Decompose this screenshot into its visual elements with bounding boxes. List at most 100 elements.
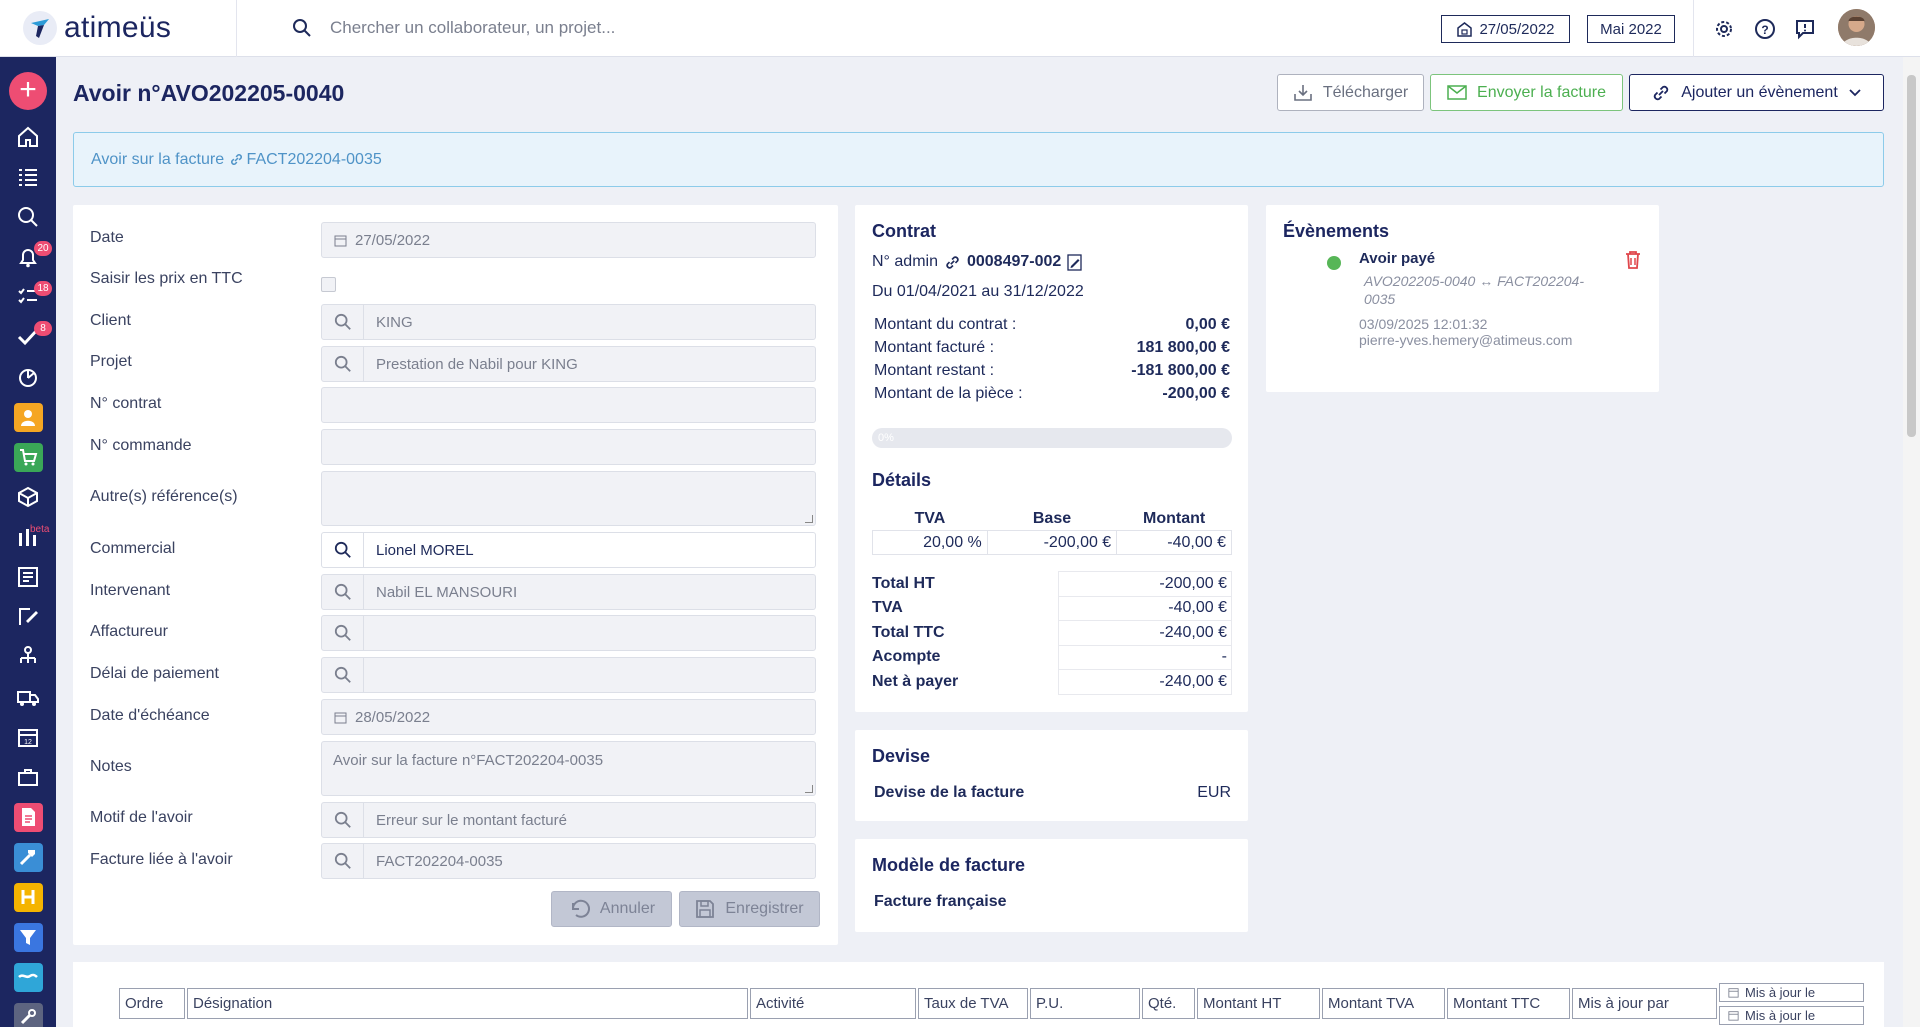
updated-on-filter[interactable]: Mis à jour le (1719, 983, 1864, 1002)
payment-terms-label: Délai de paiement (90, 665, 219, 682)
sidebar-item-documents[interactable] (0, 557, 56, 597)
payment-terms-field[interactable] (321, 657, 816, 693)
box-icon (18, 486, 38, 508)
invoice-lines-table: Ordre Désignation Activité Taux de TVA P… (73, 962, 1884, 1027)
feedback-icon[interactable] (1794, 18, 1816, 40)
search-icon (334, 624, 351, 641)
notes-label: Notes (90, 758, 132, 775)
add-button[interactable]: + (9, 72, 47, 110)
scrollbar[interactable] (1903, 57, 1920, 1027)
due-date-value: 28/05/2022 (355, 708, 431, 726)
sidebar-item-filter[interactable] (0, 917, 56, 957)
add-event-button[interactable]: Ajouter un évènement (1629, 74, 1884, 111)
trash-icon[interactable] (1624, 250, 1642, 270)
date-field[interactable]: 27/05/2022 (321, 222, 816, 258)
logo-icon (23, 11, 57, 45)
cancel-button[interactable]: Annuler (551, 891, 672, 927)
column-activity[interactable]: Activité (750, 988, 916, 1019)
table-row: TVA -40,00 € (872, 595, 1232, 621)
link-icon[interactable] (944, 254, 961, 271)
column-order[interactable]: Ordre (119, 988, 185, 1019)
column-vat-rate[interactable]: Taux de TVA (918, 988, 1028, 1019)
sidebar-item-people[interactable] (0, 397, 56, 437)
avatar[interactable] (1838, 9, 1875, 46)
sidebar-item-products[interactable] (0, 477, 56, 517)
sidebar-item-home[interactable] (0, 117, 56, 157)
factor-field[interactable] (321, 615, 816, 651)
user-photo-icon (1838, 9, 1875, 46)
column-designation[interactable]: Désignation (187, 988, 748, 1019)
sidebar-item-reports[interactable] (0, 357, 56, 397)
credit-reason-field[interactable]: Erreur sur le montant facturé (321, 802, 816, 838)
save-button[interactable]: Enregistrer (679, 891, 820, 927)
sidebar-item-planning[interactable] (0, 517, 56, 557)
contract-number-field[interactable] (321, 387, 816, 423)
sidebar-item-edit[interactable] (0, 597, 56, 637)
consultant-field[interactable]: Nabil EL MANSOURI (321, 574, 816, 610)
cart-icon (20, 449, 38, 466)
sidebar-item-organization[interactable] (0, 637, 56, 677)
notes-field[interactable]: Avoir sur la facture n°FACT202204-0035 (321, 741, 816, 796)
gear-icon[interactable] (1713, 18, 1735, 40)
scroll-thumb[interactable] (1907, 75, 1916, 437)
invoice-template-card: Modèle de facture Facture française (855, 839, 1248, 932)
calendar-icon (1728, 988, 1739, 998)
column-amount-vat[interactable]: Montant TVA (1322, 988, 1445, 1019)
contract-title: Contrat (872, 221, 936, 241)
sidebar-item-sales[interactable] (0, 437, 56, 477)
current-date-button[interactable]: 27/05/2022 (1441, 15, 1570, 43)
edit-icon[interactable] (1067, 253, 1083, 271)
client-label: Client (90, 312, 131, 329)
resize-handle[interactable] (805, 785, 813, 793)
sidebar-item-settings[interactable] (0, 997, 56, 1027)
calendar-home-icon (1457, 22, 1473, 37)
document-amount-label: Montant de la pièce : (874, 385, 1023, 402)
ttc-checkbox[interactable] (321, 277, 336, 292)
sidebar-item-search[interactable] (0, 197, 56, 237)
updated-on-filter[interactable]: Mis à jour le (1719, 1006, 1864, 1025)
invoice-template-value: Facture française (874, 893, 1007, 910)
search-icon (334, 852, 351, 869)
credit-note-alert: Avoir sur la facture FACT202204-0035 (73, 132, 1884, 187)
due-date-field[interactable]: 28/05/2022 (321, 699, 816, 735)
handshake-icon (18, 973, 38, 979)
project-field[interactable]: Prestation de Nabil pour KING (321, 346, 816, 382)
other-references-field[interactable] (321, 471, 816, 526)
total-ttc-label: Total TTC (872, 623, 945, 641)
help-icon[interactable]: ? (1754, 18, 1776, 40)
column-amount-ht[interactable]: Montant HT (1197, 988, 1320, 1019)
column-unit-price[interactable]: P.U. (1030, 988, 1140, 1019)
sidebar-item-hotel[interactable] (0, 877, 56, 917)
column-updated-by[interactable]: Mis à jour par (1572, 988, 1717, 1019)
add-event-label: Ajouter un évènement (1681, 83, 1838, 101)
sidebar-item-fleet[interactable] (0, 677, 56, 717)
sidebar-item-calendar[interactable]: 12 (0, 717, 56, 757)
sidebar-item-handshake[interactable] (0, 957, 56, 997)
svg-text:?: ? (1761, 23, 1768, 37)
global-search-input[interactable] (330, 14, 930, 42)
send-invoice-button[interactable]: Envoyer la facture (1430, 74, 1623, 111)
order-number-field[interactable] (321, 429, 816, 465)
truck-icon (17, 691, 39, 706)
document-amount-row: Montant de la pièce : -200,00 € (874, 385, 1230, 403)
linked-invoice-field[interactable]: FACT202204-0035 (321, 843, 816, 879)
column-amount-ttc[interactable]: Montant TTC (1447, 988, 1570, 1019)
sidebar-item-tools[interactable] (0, 837, 56, 877)
updated-on-label: Mis à jour le (1745, 985, 1816, 1000)
sidebar-item-invoices[interactable] (0, 797, 56, 837)
search-icon (334, 583, 351, 600)
column-quantity[interactable]: Qté. (1142, 988, 1195, 1019)
client-field[interactable]: KING (321, 304, 816, 340)
app-logo[interactable]: atimeüs (22, 10, 171, 46)
linked-invoice-link[interactable]: FACT202204-0035 (229, 151, 382, 169)
invoiced-amount-row: Montant facturé : 181 800,00 € (874, 339, 1230, 357)
current-month-button[interactable]: Mai 2022 (1587, 15, 1675, 43)
resize-handle[interactable] (805, 515, 813, 523)
sidebar-item-list[interactable] (0, 157, 56, 197)
sales-rep-field[interactable]: Lionel MOREL (321, 532, 816, 568)
totals-table: Total HT -200,00 € TVA -40,00 € Total TTC -… (872, 571, 1232, 695)
remaining-amount-value: -181 800,00 € (1131, 362, 1230, 379)
sidebar-item-jobs[interactable] (0, 757, 56, 797)
download-button[interactable]: Télécharger (1277, 74, 1424, 111)
wrench-icon (20, 1009, 36, 1025)
